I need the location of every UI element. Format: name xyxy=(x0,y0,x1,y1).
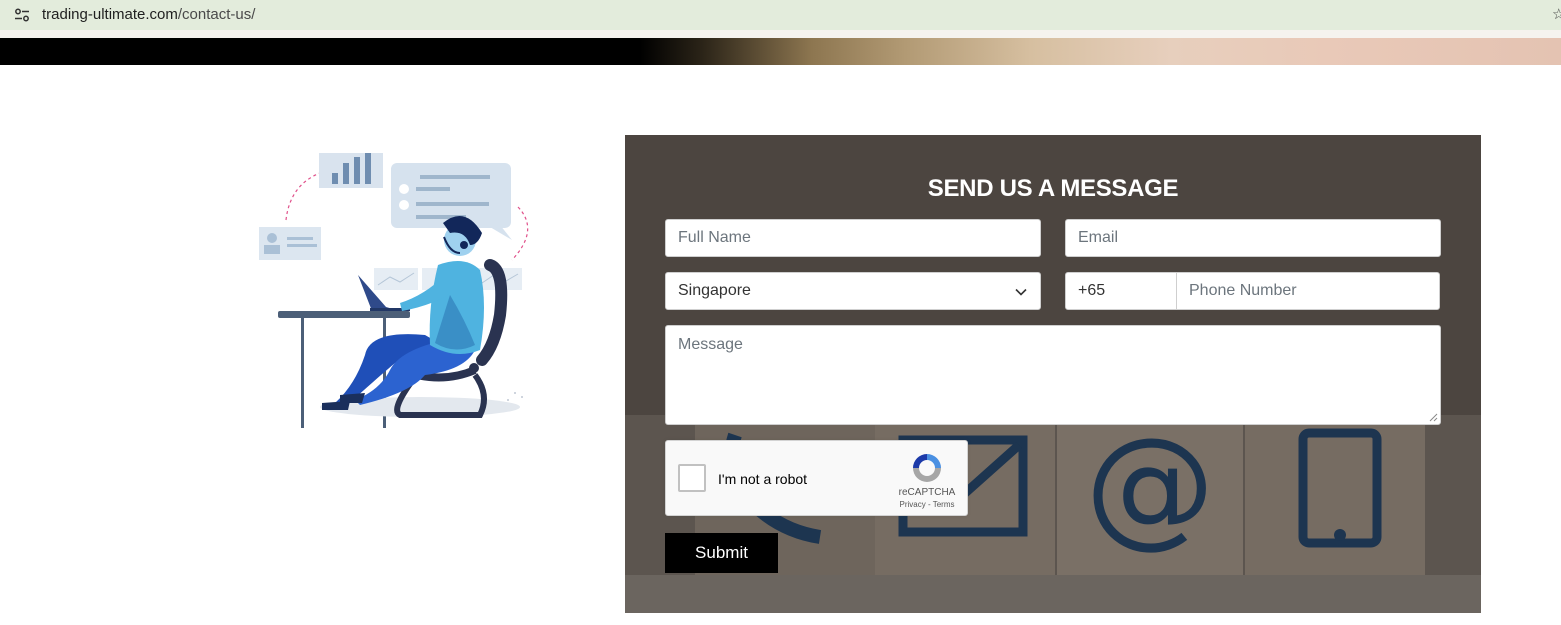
full-name-input[interactable] xyxy=(666,220,1040,256)
dial-code-field[interactable]: +65 xyxy=(1065,272,1177,310)
form-title: SEND US A MESSAGE xyxy=(927,175,1179,202)
country-select[interactable]: Singapore xyxy=(665,272,1041,310)
recaptcha-links: Privacy - Terms xyxy=(888,500,966,509)
recaptcha-terms-link[interactable]: Terms xyxy=(933,500,955,509)
full-name-field[interactable] xyxy=(665,219,1041,257)
bookmark-star-icon[interactable]: ☆ xyxy=(1552,5,1561,23)
svg-text:@: @ xyxy=(1085,409,1215,561)
chevron-down-icon xyxy=(1015,288,1027,296)
tune-icon[interactable] xyxy=(14,7,30,23)
recaptcha-checkbox[interactable] xyxy=(678,464,706,492)
email-field[interactable] xyxy=(1065,219,1441,257)
recaptcha-widget: I'm not a robot reCAPTCHA Privacy - Term… xyxy=(665,440,968,516)
contact-form-panel: @ SEND US A MESSAGE Singapore +65 I'm no… xyxy=(625,135,1481,613)
submit-button[interactable]: Submit xyxy=(665,533,778,573)
resize-grip-icon[interactable] xyxy=(1429,413,1438,422)
recaptcha-brand: reCAPTCHA xyxy=(898,487,956,498)
url-path: /contact-us/ xyxy=(177,6,256,23)
phone-number-input[interactable] xyxy=(1177,273,1439,309)
header-banner xyxy=(0,38,1561,65)
recaptcha-separator: - xyxy=(927,500,931,509)
message-textarea[interactable] xyxy=(666,326,1440,424)
message-field[interactable] xyxy=(665,325,1441,425)
country-select-value: Singapore xyxy=(678,282,751,299)
browser-address-bar: trading-ultimate.com/contact-us/ ☆ xyxy=(0,0,1561,30)
url-text[interactable]: trading-ultimate.com/contact-us/ xyxy=(42,6,255,23)
toolbar-divider xyxy=(0,30,1561,38)
phone-number-field[interactable] xyxy=(1176,272,1440,310)
email-input[interactable] xyxy=(1066,220,1440,256)
recaptcha-logo-icon xyxy=(913,454,941,482)
dial-code-value: +65 xyxy=(1078,282,1106,299)
url-host: trading-ultimate.com xyxy=(42,6,178,23)
recaptcha-label: I'm not a robot xyxy=(718,471,808,487)
support-agent-illustration xyxy=(259,153,529,428)
recaptcha-privacy-link[interactable]: Privacy xyxy=(900,500,926,509)
